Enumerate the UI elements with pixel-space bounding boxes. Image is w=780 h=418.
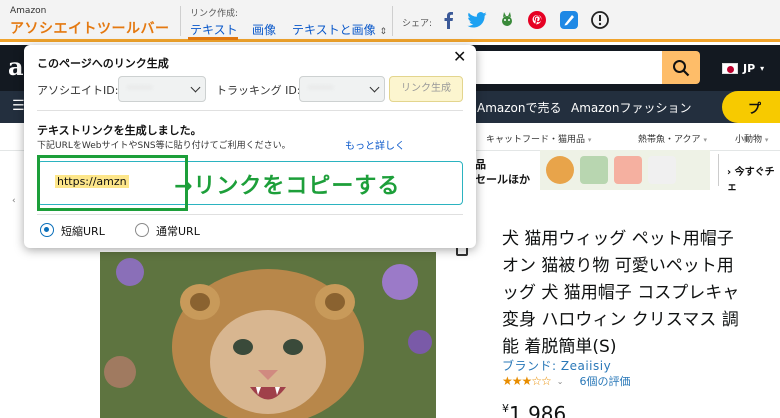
tab-image[interactable]: 画像 (252, 21, 276, 38)
menu-icon[interactable]: ☰ (12, 98, 25, 114)
search-icon (673, 59, 690, 76)
associate-brand-top: Amazon (10, 6, 47, 16)
category-cat-food[interactable]: キャットフード・猫用品 ▾ (486, 132, 591, 145)
search-button[interactable] (662, 51, 700, 84)
promo-banner-image[interactable] (540, 150, 710, 190)
chevron-down-icon: ▾ (760, 64, 765, 73)
tab-text[interactable]: テキスト (190, 21, 238, 38)
annotation-highlight-box (37, 155, 188, 211)
promo-product-image (648, 156, 676, 184)
category-label: キャットフード・猫用品 (486, 135, 586, 145)
associate-id-label: アソシエイトID: (37, 84, 119, 97)
nav-item-fashion[interactable]: Amazonファッション (571, 99, 692, 116)
search-input[interactable] (470, 51, 662, 84)
annotation-copy-link: →リンクをコピーする (174, 174, 401, 199)
tracking-id-label: トラッキング ID: (216, 84, 301, 97)
blog-icon[interactable] (559, 10, 579, 30)
currency-symbol: ¥ (502, 402, 509, 415)
info-icon[interactable] (590, 10, 610, 30)
rating-count-link[interactable]: 6個の評価 (580, 373, 631, 389)
promo-text: 品 (475, 158, 486, 171)
tab-text-and-image[interactable]: テキストと画像 ⇕ (292, 21, 387, 38)
normal-url-radio[interactable] (135, 223, 149, 237)
language-label: JP (743, 62, 756, 75)
associate-id-select[interactable]: ········ (118, 76, 206, 102)
close-icon[interactable]: ✕ (453, 49, 466, 65)
chevron-updown-icon: ⇕ (379, 27, 388, 37)
tab-text-and-image-label: テキストと画像 (292, 23, 376, 37)
pinterest-icon[interactable] (527, 10, 547, 30)
price-value: 1,986 (509, 402, 567, 418)
category-label: 熱帯魚・アクア (638, 135, 701, 145)
japan-flag-icon (722, 63, 738, 74)
share-label: シェア: (402, 19, 433, 29)
category-small-animals[interactable]: 小動物 ▾ (735, 132, 768, 145)
learn-more-link[interactable]: もっと詳しく (345, 137, 405, 152)
link-generate-button[interactable]: リンク生成 (389, 76, 463, 102)
nav-item-sell[interactable]: Amazonで売る (477, 99, 562, 116)
star-rating[interactable]: ★★★☆☆ (502, 374, 552, 388)
product-title: 犬 猫用ウィッグ ペット用帽子 オン 猫被り物 可愛いペット用 ッグ 犬 猫用帽… (502, 229, 740, 357)
chevron-down-icon[interactable]: ⌄ (557, 377, 564, 386)
popup-title: このページへのリンク生成 (37, 57, 169, 70)
divider (37, 214, 463, 215)
promo-divider (718, 154, 719, 186)
promo-text: セールほか (475, 173, 530, 186)
category-label: 小動物 (735, 135, 763, 145)
active-tab-indicator (188, 37, 238, 40)
short-url-label[interactable]: 短縮URL (61, 223, 105, 239)
back-arrow-icon[interactable]: ‹ (12, 196, 16, 206)
brand-link[interactable]: ブランド: Zeaiisiy (502, 357, 611, 374)
toolbar-divider (180, 6, 181, 36)
tracking-id-select[interactable]: ········ (299, 76, 385, 102)
instruction-message: 下記URLをWebサイトやSNS等に貼り付けてご利用ください。 (37, 141, 291, 151)
link-create-label: リンク作成: (190, 9, 239, 19)
category-aquarium[interactable]: 熱帯魚・アクア ▾ (638, 132, 707, 145)
product-image[interactable] (100, 252, 436, 418)
promo-product-image (614, 156, 642, 184)
short-url-radio[interactable] (40, 223, 54, 237)
hatena-icon[interactable] (497, 10, 517, 30)
chevron-down-icon (369, 82, 380, 93)
toolbar-divider (392, 6, 393, 36)
normal-url-label[interactable]: 通常URL (156, 223, 200, 239)
chevron-down-icon (190, 82, 201, 93)
divider (37, 110, 463, 111)
product-price: ¥1,986 (502, 402, 566, 418)
rating-row: ★★★☆☆ ⌄ 6個の評価 (502, 373, 631, 389)
promo-product-image (546, 156, 574, 184)
promo-product-image (580, 156, 608, 184)
language-selector[interactable]: JP ▾ (722, 62, 764, 75)
tracking-id-value: ········ (308, 83, 334, 94)
amazon-logo[interactable]: a (8, 52, 24, 81)
generated-message: テキストリンクを生成しました。 (37, 124, 202, 137)
nav-promo-badge[interactable]: プ (722, 91, 780, 123)
promo-check-link[interactable]: › 今すぐチェ (727, 163, 780, 193)
twitter-icon[interactable] (467, 10, 487, 30)
nav-promo-label: プ (748, 102, 762, 117)
facebook-icon[interactable] (438, 10, 458, 30)
associate-brand-title[interactable]: アソシエイトツールバー (10, 18, 170, 38)
associate-id-value: ········ (127, 83, 153, 94)
